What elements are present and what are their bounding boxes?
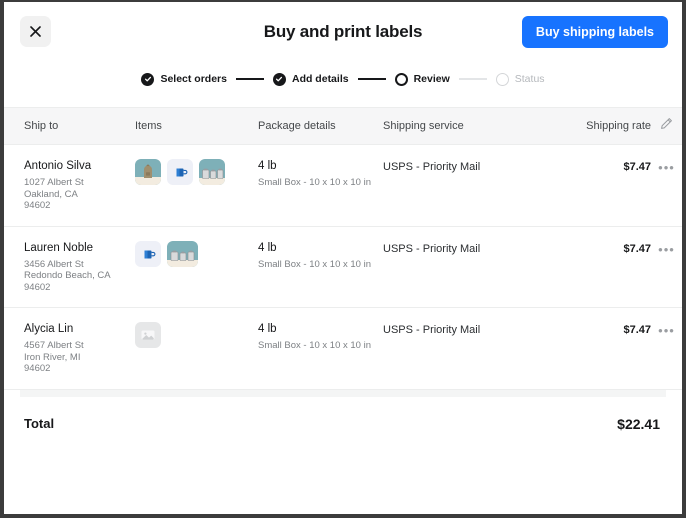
package-box: Small Box - 10 x 10 x 10 in [258, 258, 371, 270]
recipient-name: Antonio Silva [24, 160, 92, 172]
backpack-thumbnail[interactable] [135, 159, 161, 185]
package-weight: 4 lb [258, 241, 277, 254]
stepper-label-review: Review [413, 73, 450, 85]
address-line-1: 3456 Albert St [24, 258, 84, 270]
shipping-service-value: USPS - Priority Mail [383, 324, 481, 336]
address-line-1: 1027 Albert St [24, 177, 84, 188]
table-header-row: Ship to Items Package details Shipping s… [4, 107, 682, 145]
cell-shipping-rate: $7.47 [563, 322, 651, 338]
total-label: Total [24, 416, 55, 431]
total-row: Total $22.41 [4, 397, 682, 432]
step-check-icon [141, 72, 155, 86]
stepper-step-status: Status [495, 72, 545, 86]
recipient-name: Alycia Lin [24, 323, 74, 335]
step-circle-icon [495, 72, 509, 86]
column-header-package-details: Package details [258, 120, 336, 132]
package-weight: 4 lb [258, 323, 277, 335]
modal-header: Buy and print labels Buy shipping labels [4, 2, 682, 62]
column-header-shipping-rate: Shipping rate [586, 120, 651, 132]
stepper-label-status: Status [514, 73, 545, 85]
total-divider [20, 389, 666, 397]
cell-ship-to: Alycia Lin 4567 Albert St Iron River, MI… [4, 322, 135, 375]
mug-thumbnail[interactable] [135, 240, 161, 267]
stepper-connector-1 [235, 78, 264, 80]
mug-thumbnail[interactable] [167, 159, 193, 185]
address-line-1: 4567 Albert St [24, 340, 84, 351]
package-weight: 4 lb [258, 160, 277, 172]
address-line-2: Oakland, CA [24, 188, 78, 200]
row-overflow-menu-button[interactable]: ••• [651, 241, 682, 259]
address-line-3: 94602 [24, 200, 51, 211]
image-placeholder-thumbnail[interactable] [135, 322, 161, 348]
shipping-service-value: USPS - Priority Mail [383, 161, 481, 173]
column-header-shipping-service: Shipping service [383, 120, 464, 132]
shipping-rate-value: $7.47 [623, 242, 651, 255]
table-row[interactable]: Lauren Noble 3456 Albert St Redondo Beac… [4, 227, 682, 308]
cell-shipping-rate: $7.47 [563, 241, 651, 257]
cell-items [135, 159, 258, 185]
shipping-service-value: USPS - Priority Mail [383, 242, 481, 255]
cell-items [135, 240, 258, 267]
labels-table: Ship to Items Package details Shipping s… [4, 107, 682, 390]
pencil-icon [660, 117, 673, 135]
cell-shipping-service: USPS - Priority Mail [383, 159, 563, 175]
address-line-3: 94602 [24, 363, 51, 374]
address-line-2: Iron River, MI [24, 351, 81, 363]
overflow-menu-icon: ••• [658, 160, 675, 175]
edit-columns-button[interactable] [651, 117, 682, 135]
address-line-3: 94602 [24, 281, 51, 293]
cell-package-details: 4 lb Small Box - 10 x 10 x 10 in [258, 159, 383, 189]
column-header-ship-to: Ship to [24, 120, 59, 132]
table-row[interactable]: Alycia Lin 4567 Albert St Iron River, MI… [4, 308, 682, 390]
address-line-2: Redondo Beach, CA [24, 270, 111, 281]
overflow-menu-icon: ••• [658, 241, 675, 257]
buy-shipping-labels-button[interactable]: Buy shipping labels [521, 16, 668, 48]
progress-stepper: Select orders Add details Review Status [4, 64, 682, 94]
stepper-label-select-orders: Select orders [160, 73, 227, 85]
overflow-menu-icon: ••• [658, 323, 675, 338]
cell-package-details: 4 lb Small Box - 10 x 10 x 10 in [258, 241, 383, 271]
shakers-thumbnail[interactable] [167, 240, 198, 267]
image-placeholder-icon [140, 327, 156, 343]
cell-shipping-service: USPS - Priority Mail [383, 322, 563, 338]
shipping-rate-value: $7.47 [623, 161, 651, 173]
stepper-connector-3 [458, 78, 487, 80]
cell-shipping-service: USPS - Priority Mail [383, 241, 563, 257]
step-check-icon [272, 72, 286, 86]
cell-items [135, 322, 258, 348]
stepper-connector-2 [357, 78, 386, 80]
shakers-thumbnail[interactable] [199, 159, 225, 185]
package-box: Small Box - 10 x 10 x 10 in [258, 340, 371, 351]
row-overflow-menu-button[interactable]: ••• [651, 322, 682, 340]
stepper-step-review[interactable]: Review [394, 72, 450, 86]
table-row[interactable]: Antonio Silva 1027 Albert St Oakland, CA… [4, 145, 682, 227]
package-box: Small Box - 10 x 10 x 10 in [258, 177, 371, 188]
row-overflow-menu-button[interactable]: ••• [651, 159, 682, 177]
cell-package-details: 4 lb Small Box - 10 x 10 x 10 in [258, 322, 383, 352]
cell-ship-to: Lauren Noble 3456 Albert St Redondo Beac… [4, 241, 135, 294]
cell-shipping-rate: $7.47 [563, 159, 651, 175]
stepper-step-select-orders[interactable]: Select orders [141, 72, 227, 86]
step-circle-icon [394, 72, 408, 86]
stepper-step-add-details[interactable]: Add details [272, 72, 349, 86]
shipping-rate-value: $7.47 [623, 324, 651, 336]
column-header-items: Items [135, 120, 162, 132]
stepper-label-add-details: Add details [291, 73, 349, 85]
modal-window: Buy and print labels Buy shipping labels… [4, 2, 682, 514]
recipient-name: Lauren Noble [24, 241, 94, 254]
total-value: $22.41 [617, 415, 660, 432]
cell-ship-to: Antonio Silva 1027 Albert St Oakland, CA… [4, 159, 135, 212]
